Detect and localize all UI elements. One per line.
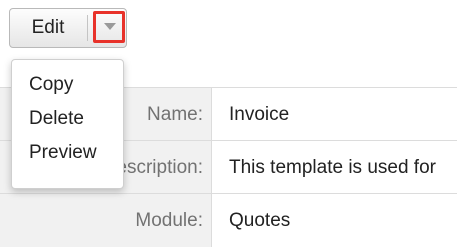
edit-button-group: Edit (9, 8, 127, 48)
edit-button[interactable]: Edit (10, 9, 86, 47)
field-value-module: Quotes (229, 210, 291, 231)
button-divider (87, 15, 88, 41)
menu-item-delete[interactable]: Delete (29, 108, 84, 130)
field-label-name: Name: (147, 104, 203, 125)
field-value-description: This template is used for (229, 157, 436, 178)
field-label-module: Module: (135, 210, 203, 231)
menu-item-preview[interactable]: Preview (29, 142, 97, 164)
actions-dropdown-toggle[interactable] (93, 11, 125, 43)
field-label-cell: Module: (0, 194, 212, 247)
field-value-name: Invoice (229, 104, 290, 125)
caret-down-icon (104, 23, 116, 30)
field-row-module: Module: Quotes (0, 193, 457, 247)
actions-dropdown-menu: Copy Delete Preview (11, 59, 124, 189)
menu-item-copy[interactable]: Copy (29, 74, 73, 96)
